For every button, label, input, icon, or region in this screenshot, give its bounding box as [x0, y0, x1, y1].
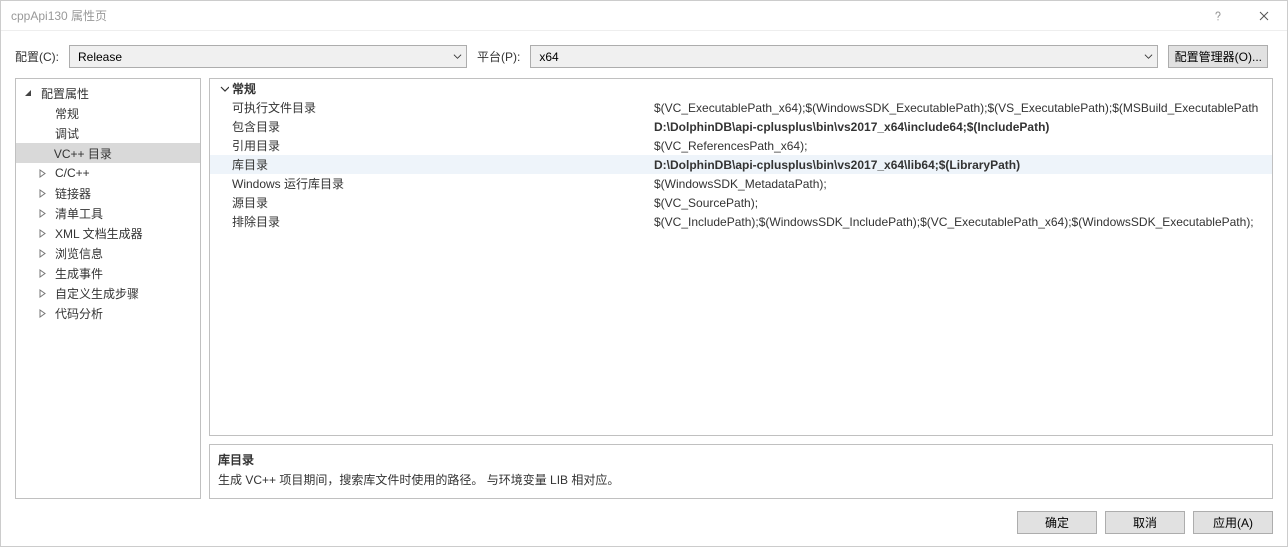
- tree-node-label: XML 文档生成器: [51, 224, 147, 243]
- platform-label: 平台(P):: [477, 48, 520, 65]
- expand-icon[interactable]: [36, 227, 49, 240]
- config-value: Release: [78, 50, 447, 64]
- pg-row[interactable]: Windows 运行库目录 $(WindowsSDK_MetadataPath);: [210, 174, 1272, 193]
- tree-node[interactable]: VC++ 目录: [16, 143, 200, 163]
- pg-prop-value[interactable]: $(VC_SourcePath);: [654, 196, 1272, 210]
- tree-node[interactable]: 调试: [16, 123, 200, 143]
- pg-prop-label: 源目录: [232, 194, 268, 211]
- pg-row[interactable]: 排除目录 $(VC_IncludePath);$(WindowsSDK_Inclu…: [210, 212, 1272, 231]
- pg-prop-label: 引用目录: [232, 137, 280, 154]
- config-dropdown[interactable]: Release: [69, 45, 467, 68]
- tree-node-label: 浏览信息: [51, 244, 107, 263]
- tree-root-label: 配置属性: [37, 84, 93, 103]
- pg-row[interactable]: 引用目录 $(VC_ReferencesPath_x64);: [210, 136, 1272, 155]
- config-manager-button[interactable]: 配置管理器(O)...: [1168, 45, 1268, 68]
- pg-prop-value[interactable]: $(VC_ExecutablePath_x64);$(WindowsSDK_Ex…: [654, 101, 1272, 115]
- tree-node[interactable]: 链接器: [16, 183, 200, 203]
- pg-prop-label: Windows 运行库目录: [232, 175, 344, 192]
- help-text: 生成 VC++ 项目期间，搜索库文件时使用的路径。 与环境变量 LIB 相对应。: [218, 471, 1264, 488]
- platform-value: x64: [539, 50, 1138, 64]
- expand-icon[interactable]: [36, 267, 49, 280]
- tree-node-label: 自定义生成步骤: [51, 284, 143, 303]
- tree-root[interactable]: 配置属性: [16, 83, 200, 103]
- right-pane: 常规 可执行文件目录 $(VC_ExecutablePath_x64);$(Win…: [209, 78, 1273, 499]
- tree-node[interactable]: 生成事件: [16, 263, 200, 283]
- tree-node-label: 代码分析: [51, 304, 107, 323]
- collapse-icon[interactable]: [216, 84, 232, 93]
- tree-node-label: C/C++: [51, 165, 94, 181]
- tree-node[interactable]: 代码分析: [16, 303, 200, 323]
- window-controls: [1195, 1, 1287, 31]
- tree-node-label: 清单工具: [51, 204, 107, 223]
- tree-node[interactable]: 清单工具: [16, 203, 200, 223]
- dialog-footer: 确定 取消 应用(A): [1, 507, 1287, 546]
- expand-icon[interactable]: [36, 307, 49, 320]
- tree-node-label: 生成事件: [51, 264, 107, 283]
- tree-node-label: VC++ 目录: [50, 144, 200, 163]
- pg-prop-value[interactable]: D:\DolphinDB\api-cplusplus\bin\vs2017_x6…: [654, 158, 1272, 172]
- pg-prop-value[interactable]: D:\DolphinDB\api-cplusplus\bin\vs2017_x6…: [654, 120, 1272, 134]
- expand-icon[interactable]: [36, 187, 49, 200]
- tree-node[interactable]: 常规: [16, 103, 200, 123]
- pg-prop-value[interactable]: $(VC_IncludePath);$(WindowsSDK_IncludePa…: [654, 215, 1272, 229]
- config-toolbar: 配置(C): Release 平台(P): x64 配置管理器(O)...: [1, 31, 1287, 78]
- tree-node[interactable]: 自定义生成步骤: [16, 283, 200, 303]
- help-title: 库目录: [218, 451, 1264, 468]
- pg-prop-label: 包含目录: [232, 118, 280, 135]
- cancel-button[interactable]: 取消: [1105, 511, 1185, 534]
- config-label: 配置(C):: [15, 48, 59, 65]
- pg-prop-value[interactable]: $(WindowsSDK_MetadataPath);: [654, 177, 1272, 191]
- titlebar: cppApi130 属性页: [1, 1, 1287, 31]
- pg-row[interactable]: 包含目录 D:\DolphinDB\api-cplusplus\bin\vs201…: [210, 117, 1272, 136]
- pg-row[interactable]: 源目录 $(VC_SourcePath);: [210, 193, 1272, 212]
- pg-category-label: 常规: [232, 80, 256, 97]
- expand-icon[interactable]: [36, 247, 49, 260]
- tree-node[interactable]: 浏览信息: [16, 243, 200, 263]
- main-area: 配置属性 常规调试VC++ 目录C/C++链接器清单工具XML 文档生成器浏览信…: [1, 78, 1287, 507]
- chevron-down-icon: [1138, 52, 1153, 61]
- expand-icon[interactable]: [36, 207, 49, 220]
- help-icon[interactable]: [1195, 1, 1241, 31]
- pg-category-row[interactable]: 常规: [210, 79, 1272, 98]
- ok-button[interactable]: 确定: [1017, 511, 1097, 534]
- apply-button[interactable]: 应用(A): [1193, 511, 1273, 534]
- tree-node-label: 链接器: [51, 184, 95, 203]
- pg-prop-label: 排除目录: [232, 213, 280, 230]
- tree-node[interactable]: XML 文档生成器: [16, 223, 200, 243]
- chevron-down-icon: [447, 52, 462, 61]
- tree-node-label: 调试: [51, 124, 83, 143]
- tree-node-label: 常规: [51, 104, 83, 123]
- tree-node[interactable]: C/C++: [16, 163, 200, 183]
- close-icon[interactable]: [1241, 1, 1287, 31]
- platform-dropdown[interactable]: x64: [530, 45, 1158, 68]
- property-grid[interactable]: 常规 可执行文件目录 $(VC_ExecutablePath_x64);$(Win…: [209, 78, 1273, 436]
- expand-icon[interactable]: [36, 167, 49, 180]
- sidebar-tree[interactable]: 配置属性 常规调试VC++ 目录 C/C++ 链接器清单工具XML 文档生成器浏览信…: [15, 78, 201, 499]
- collapse-icon[interactable]: [22, 87, 35, 100]
- window-title: cppApi130 属性页: [11, 7, 1195, 24]
- pg-row[interactable]: 库目录 D:\DolphinDB\api-cplusplus\bin\vs2017…: [210, 155, 1272, 174]
- pg-row[interactable]: 可执行文件目录 $(VC_ExecutablePath_x64);$(Window…: [210, 98, 1272, 117]
- expand-icon[interactable]: [36, 287, 49, 300]
- pg-prop-label: 可执行文件目录: [232, 99, 316, 116]
- pg-prop-label: 库目录: [232, 156, 268, 173]
- pg-prop-value[interactable]: $(VC_ReferencesPath_x64);: [654, 139, 1272, 153]
- help-panel: 库目录 生成 VC++ 项目期间，搜索库文件时使用的路径。 与环境变量 LIB …: [209, 444, 1273, 499]
